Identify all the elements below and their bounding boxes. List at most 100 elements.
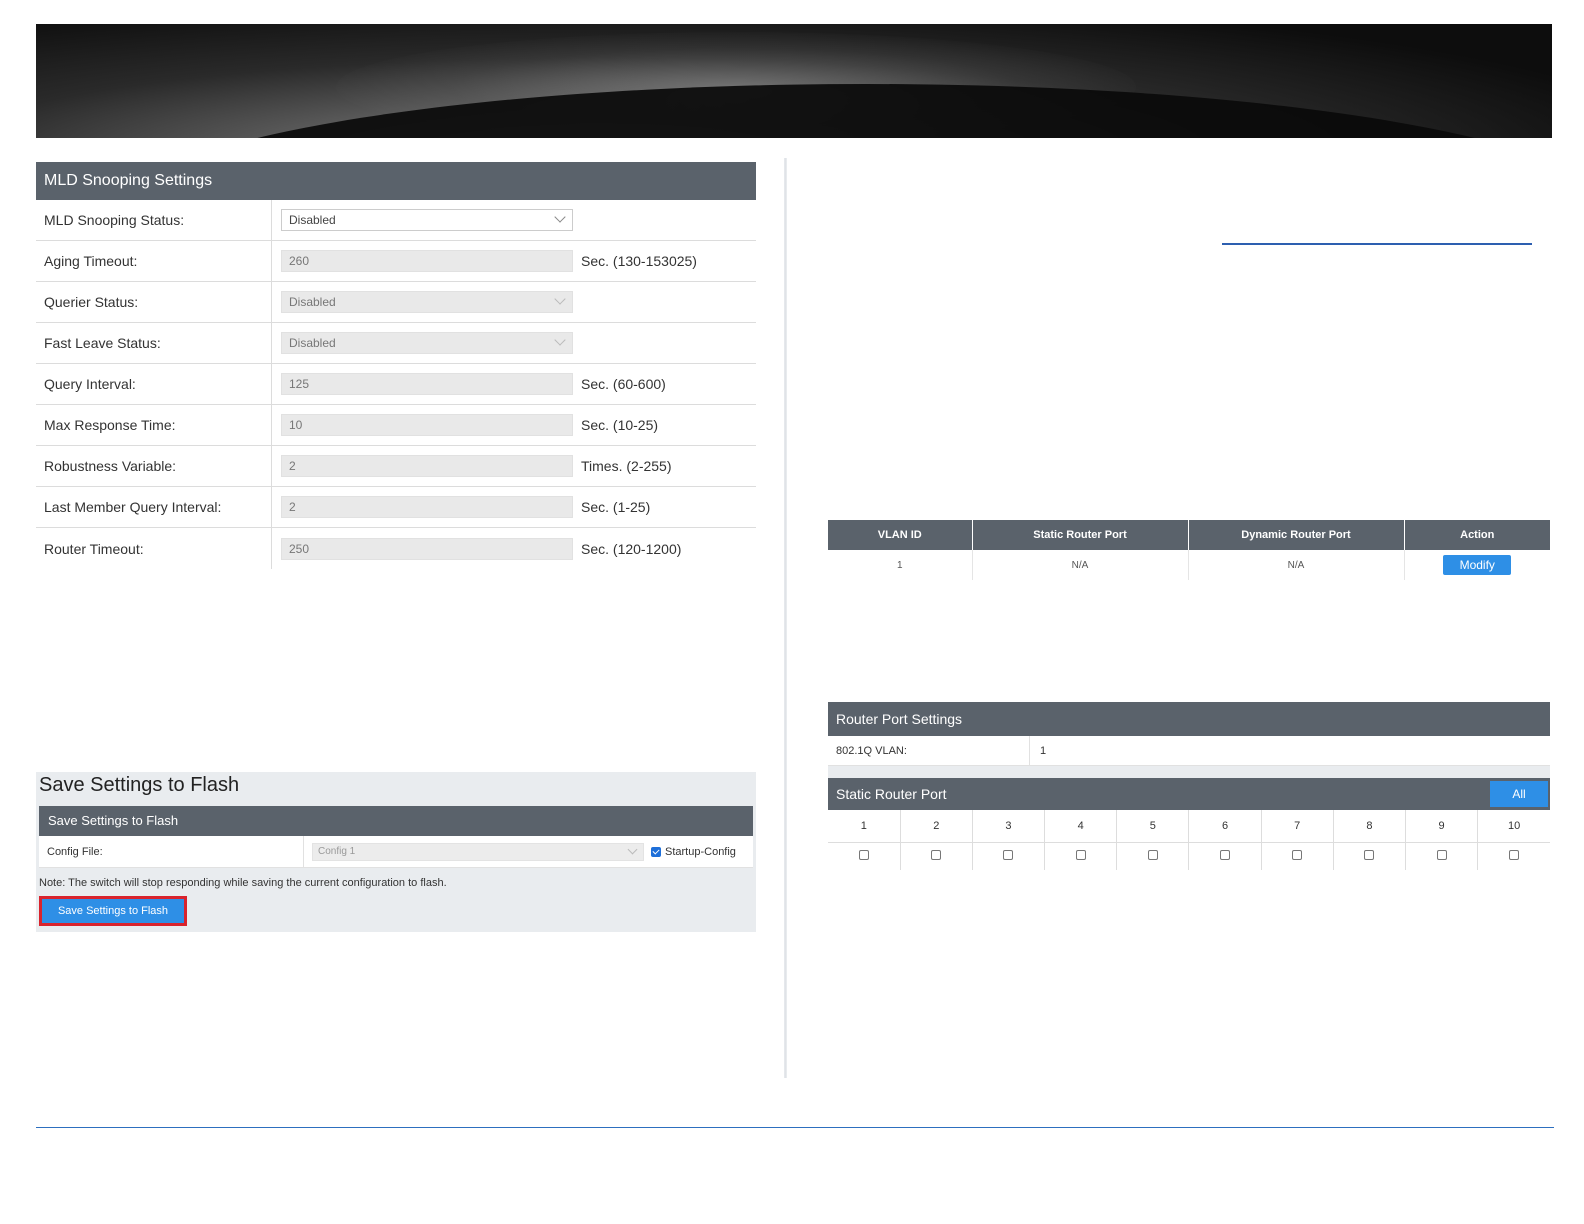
port-4-checkbox[interactable] xyxy=(1075,849,1086,860)
port-9-checkbox[interactable] xyxy=(1436,849,1447,860)
vlan-value: 1 xyxy=(1040,744,1047,757)
port-10-checkbox[interactable] xyxy=(1509,849,1520,860)
aging-timeout-unit: Sec. (130-153025) xyxy=(581,253,697,269)
query-interval-row: Query Interval: 125 Sec. (60-600) xyxy=(36,364,756,405)
last-member-unit: Sec. (1-25) xyxy=(581,499,651,515)
port-number: 5 xyxy=(1116,810,1190,843)
query-interval-unit: Sec. (60-600) xyxy=(581,376,666,392)
mld-status-label: MLD Snooping Status: xyxy=(36,200,272,240)
section-gap xyxy=(828,766,1550,778)
header-banner xyxy=(36,24,1552,138)
max-response-input[interactable]: 10 xyxy=(281,414,573,436)
querier-status-label: Querier Status: xyxy=(36,282,272,322)
mld-status-row: MLD Snooping Status: Disabled xyxy=(36,200,756,241)
port-5-checkbox[interactable] xyxy=(1147,849,1158,860)
router-timeout-row: Router Timeout: 250 Sec. (120-1200) xyxy=(36,528,756,569)
cell-static-router-port: N/A xyxy=(972,550,1189,580)
vlan-label: 802.1Q VLAN: xyxy=(828,736,1030,765)
modify-button[interactable]: Modify xyxy=(1443,555,1512,575)
query-interval-label: Query Interval: xyxy=(36,364,272,404)
aging-timeout-row: Aging Timeout: 260 Sec. (130-153025) xyxy=(36,241,756,282)
querier-status-select[interactable]: Disabled xyxy=(281,291,573,313)
cell-vlan-id: 1 xyxy=(828,550,973,580)
port-number: 1 xyxy=(828,810,901,843)
port-8-checkbox[interactable] xyxy=(1364,849,1375,860)
save-button-highlight: Save Settings to Flash xyxy=(39,896,187,926)
robustness-input[interactable]: 2 xyxy=(281,455,573,477)
port-number: 9 xyxy=(1405,810,1479,843)
fast-leave-label: Fast Leave Status: xyxy=(36,323,272,363)
startup-config-label: Startup-Config xyxy=(665,845,736,858)
port-grid: 1 2 3 4 5 6 7 8 9 10 xyxy=(828,810,1550,870)
col-vlan-id: VLAN ID xyxy=(828,520,973,550)
port-number-row: 1 2 3 4 5 6 7 8 9 10 xyxy=(828,810,1550,843)
config-file-row: Config File: Config 1 Startup-Config xyxy=(39,836,753,868)
mld-status-value: Disabled xyxy=(289,213,336,227)
router-timeout-label: Router Timeout: xyxy=(36,528,272,569)
router-timeout-unit: Sec. (120-1200) xyxy=(581,540,682,557)
max-response-unit: Sec. (10-25) xyxy=(581,417,659,433)
chevron-down-icon xyxy=(627,844,638,854)
querier-status-row: Querier Status: Disabled xyxy=(36,282,756,323)
querier-status-value: Disabled xyxy=(289,295,336,309)
port-number: 3 xyxy=(972,810,1046,843)
port-6-checkbox[interactable] xyxy=(1220,849,1231,860)
robustness-label: Robustness Variable: xyxy=(36,446,272,486)
port-number: 7 xyxy=(1261,810,1334,843)
config-file-value: Config 1 xyxy=(318,845,356,857)
chevron-down-icon xyxy=(554,211,566,223)
startup-config-checkbox[interactable] xyxy=(651,846,661,857)
save-settings-header: Save Settings to Flash xyxy=(39,806,753,836)
robustness-unit: Times. (2-255) xyxy=(581,458,672,474)
port-number: 8 xyxy=(1333,810,1407,843)
save-settings-title: Save Settings to Flash xyxy=(39,774,240,796)
mld-snooping-panel: MLD Snooping Settings MLD Snooping Statu… xyxy=(36,162,756,569)
mld-panel-title: MLD Snooping Settings xyxy=(36,162,756,200)
router-timeout-input[interactable]: 250 xyxy=(281,537,573,560)
table-row: 1 N/A N/A Modify xyxy=(828,550,1550,580)
router-port-settings-title: Router Port Settings xyxy=(828,702,1550,736)
aging-timeout-label: Aging Timeout: xyxy=(36,241,272,281)
footer-rule xyxy=(36,1127,1554,1128)
chevron-down-icon xyxy=(554,334,566,346)
port-1-checkbox[interactable] xyxy=(858,849,869,860)
cell-action: Modify xyxy=(1404,550,1550,580)
last-member-row: Last Member Query Interval: 2 Sec. (1-25… xyxy=(36,487,756,528)
vlan-row: 802.1Q VLAN: 1 xyxy=(828,736,1550,766)
col-static-router-port: Static Router Port xyxy=(972,520,1189,550)
save-settings-button[interactable]: Save Settings to Flash xyxy=(42,899,184,923)
static-router-port-title: Static Router Port xyxy=(836,786,947,802)
chevron-down-icon xyxy=(554,293,566,305)
port-checkbox-row xyxy=(828,842,1550,870)
mld-status-select[interactable]: Disabled xyxy=(281,209,573,231)
aging-timeout-input[interactable]: 260 xyxy=(281,250,573,272)
banner-arc xyxy=(116,84,1552,138)
fast-leave-row: Fast Leave Status: Disabled xyxy=(36,323,756,364)
all-button[interactable]: All xyxy=(1490,781,1548,807)
port-2-checkbox[interactable] xyxy=(931,849,942,860)
fast-leave-select[interactable]: Disabled xyxy=(281,332,573,354)
port-number: 2 xyxy=(900,810,973,843)
router-port-table: VLAN ID Static Router Port Dynamic Route… xyxy=(828,520,1550,580)
fast-leave-value: Disabled xyxy=(289,336,336,350)
port-3-checkbox[interactable] xyxy=(1003,849,1014,860)
config-file-select[interactable]: Config 1 xyxy=(312,842,644,861)
max-response-label: Max Response Time: xyxy=(36,405,272,445)
max-response-row: Max Response Time: 10 Sec. (10-25) xyxy=(36,405,756,446)
port-7-checkbox[interactable] xyxy=(1292,849,1303,860)
query-interval-input[interactable]: 125 xyxy=(281,373,573,395)
config-file-label: Config File: xyxy=(39,836,304,867)
port-number: 10 xyxy=(1477,810,1550,843)
last-member-label: Last Member Query Interval: xyxy=(36,487,272,527)
save-note: Note: The switch will stop responding wh… xyxy=(39,877,447,889)
port-number: 4 xyxy=(1044,810,1118,843)
table-header-row: VLAN ID Static Router Port Dynamic Route… xyxy=(828,520,1550,550)
robustness-row: Robustness Variable: 2 Times. (2-255) xyxy=(36,446,756,487)
col-action: Action xyxy=(1404,520,1550,550)
last-member-input[interactable]: 2 xyxy=(281,496,573,518)
port-number: 6 xyxy=(1188,810,1262,843)
link-underline xyxy=(1222,243,1532,245)
cell-dynamic-router-port: N/A xyxy=(1188,550,1405,580)
column-divider xyxy=(784,158,787,1078)
router-port-settings-panel: Router Port Settings 802.1Q VLAN: 1 Stat… xyxy=(828,702,1550,870)
